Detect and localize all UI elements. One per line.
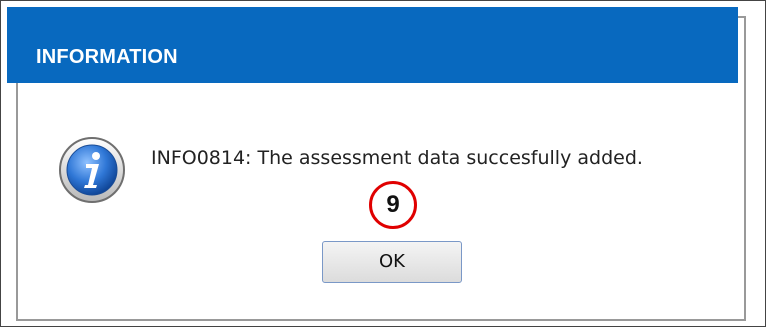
info-icon bbox=[57, 135, 127, 205]
screenshot-root: · · · · · · · · · · · · · · · · · · · · … bbox=[0, 0, 766, 327]
info-icon-graphic bbox=[59, 137, 125, 203]
dialog-title: INFORMATION bbox=[36, 46, 178, 68]
step-number-badge: 9 bbox=[369, 181, 417, 229]
dialog-message: INFO0814: The assessment data succesfull… bbox=[151, 147, 643, 169]
ok-button[interactable]: OK bbox=[322, 241, 462, 283]
